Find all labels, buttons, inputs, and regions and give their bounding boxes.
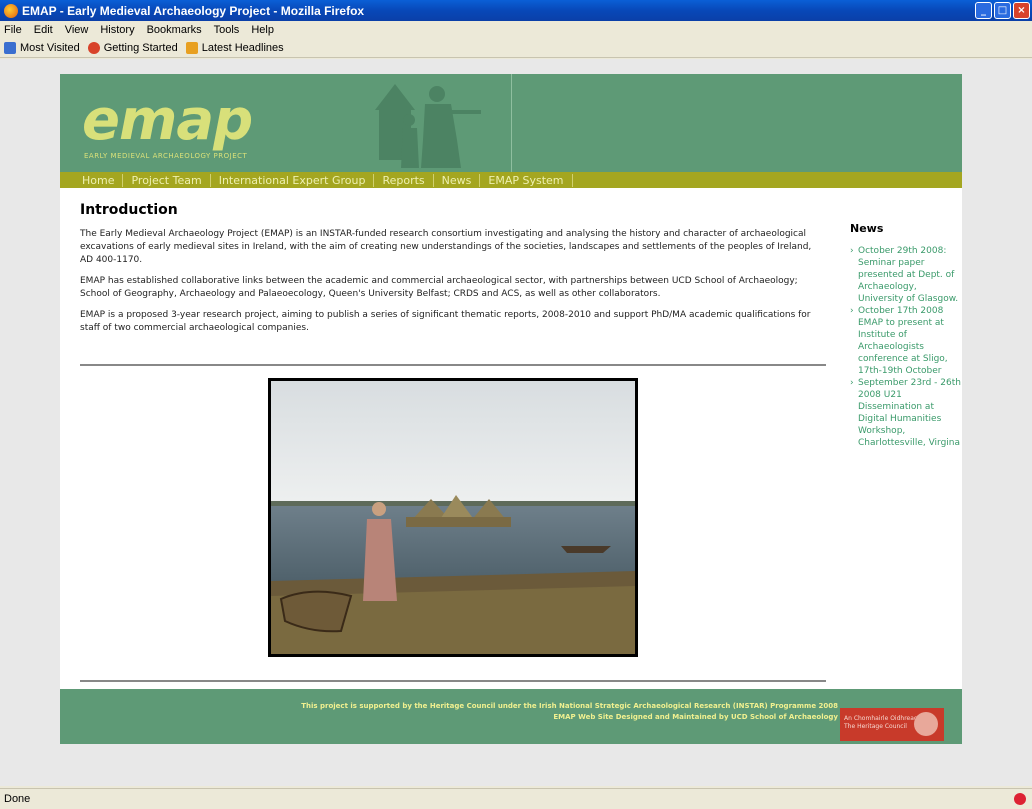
minimize-button[interactable]: _: [975, 2, 992, 19]
news-sidebar: News October 29th 2008: Seminar paper pr…: [850, 222, 962, 449]
bookmark-getting-started[interactable]: Getting Started: [87, 41, 178, 54]
status-text: Done: [4, 793, 31, 805]
menu-file[interactable]: File: [4, 24, 22, 36]
close-button[interactable]: ×: [1013, 2, 1030, 19]
header-divider: [511, 74, 512, 172]
news-item[interactable]: September 23rd - 26th 2008 U21 Dissemina…: [850, 377, 962, 449]
footer-text: This project is supported by the Heritag…: [301, 702, 838, 721]
menu-history[interactable]: History: [100, 24, 134, 36]
bookmark-latest-headlines[interactable]: Latest Headlines: [185, 41, 284, 54]
reconstruction-photo: [268, 378, 638, 657]
header-figures-illustration: [375, 84, 481, 168]
menu-help[interactable]: Help: [251, 24, 274, 36]
heritage-seal-icon: [914, 712, 938, 736]
site-footer: This project is supported by the Heritag…: [60, 689, 962, 744]
site-header: emap EARLY MEDIEVAL ARCHAEOLOGY PROJECT: [60, 74, 962, 172]
nav-emap-system[interactable]: EMAP System: [480, 173, 573, 187]
page-title: Introduction: [80, 202, 178, 218]
browser-viewport: emap EARLY MEDIEVAL ARCHAEOLOGY PROJECT …: [0, 59, 1032, 786]
heritage-council-logo[interactable]: An Chomhairle Oidhreachta The Heritage C…: [840, 708, 944, 741]
nav-news[interactable]: News: [434, 173, 481, 187]
menu-tools[interactable]: Tools: [214, 24, 240, 36]
nav-home[interactable]: Home: [74, 173, 124, 187]
menu-bar: File Edit View History Bookmarks Tools H…: [0, 21, 1032, 38]
rss-icon: [185, 41, 198, 54]
site-logo[interactable]: emap: [82, 88, 253, 153]
news-item[interactable]: October 17th 2008 EMAP to present at Ins…: [850, 305, 962, 377]
blue-page-icon: [4, 41, 16, 54]
menu-bookmarks[interactable]: Bookmarks: [147, 24, 202, 36]
content-divider-top: [80, 364, 826, 366]
menu-view[interactable]: View: [65, 24, 89, 36]
firefox-icon: [87, 41, 100, 54]
news-title: News: [850, 222, 884, 235]
bookmark-most-visited[interactable]: Most Visited: [4, 41, 80, 54]
intro-paragraph-3: EMAP is a proposed 3-year research proje…: [80, 310, 811, 333]
maximize-button[interactable]: □: [994, 2, 1011, 19]
bookmarks-bar: Most Visited Getting Started Latest Head…: [0, 38, 1032, 58]
nav-project-team[interactable]: Project Team: [123, 173, 211, 187]
news-item[interactable]: October 29th 2008: Seminar paper present…: [850, 245, 962, 305]
nav-international-expert-group[interactable]: International Expert Group: [211, 173, 375, 187]
site-nav: Home Project Team International Expert G…: [60, 172, 962, 188]
main-content: Introduction The Early Medieval Archaeol…: [80, 202, 826, 343]
web-page: emap EARLY MEDIEVAL ARCHAEOLOGY PROJECT …: [60, 74, 962, 744]
content-divider-bottom: [80, 680, 826, 682]
status-bar: Done: [0, 788, 1032, 809]
nav-reports[interactable]: Reports: [374, 173, 434, 187]
intro-paragraph-2: EMAP has established collaborative links…: [80, 276, 798, 299]
site-logo-subtitle: EARLY MEDIEVAL ARCHAEOLOGY PROJECT: [84, 152, 248, 160]
window-titlebar: EMAP - Early Medieval Archaeology Projec…: [0, 0, 1032, 21]
window-title: EMAP - Early Medieval Archaeology Projec…: [22, 3, 365, 18]
menu-edit[interactable]: Edit: [34, 24, 53, 36]
firefox-icon: [4, 3, 18, 18]
intro-paragraph-1: The Early Medieval Archaeology Project (…: [80, 229, 812, 265]
status-icon: [1014, 793, 1026, 805]
